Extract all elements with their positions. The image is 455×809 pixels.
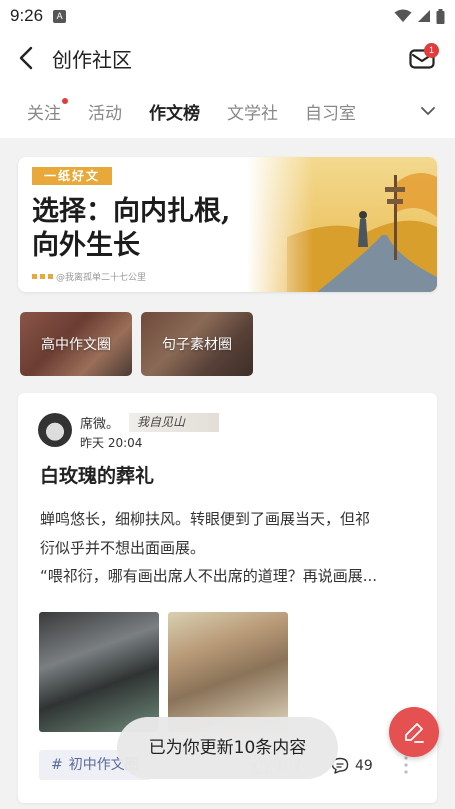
- notification-icon: A: [53, 9, 67, 23]
- tab-label: 关注: [27, 103, 61, 124]
- status-bar: 9:26 A: [0, 0, 455, 32]
- banner-title-line: 向外生长: [32, 230, 140, 261]
- app-header: 创作社区 1: [0, 32, 455, 84]
- battery-icon: [436, 8, 445, 24]
- banner-title-line: 选择：向内扎根,: [32, 196, 231, 227]
- banner-title: 选择：向内扎根, 向外生长: [32, 195, 230, 263]
- post-image[interactable]: [39, 612, 159, 732]
- banner-author-name: @我离孤单二十七公里: [56, 273, 147, 283]
- excerpt-line: “喂祁衍，哪有画出席人不出席的道理？再说画展...: [40, 567, 378, 585]
- tab-study-room[interactable]: 自习室: [305, 99, 356, 124]
- tab-follow[interactable]: 关注: [27, 97, 68, 124]
- page-title: 创作社区: [52, 47, 132, 72]
- circle-chip-label: 句子素材圈: [162, 337, 232, 353]
- wifi-icon: [394, 9, 412, 22]
- refresh-toast: 已为你更新10条内容: [117, 717, 338, 779]
- banner-author: @我离孤单二十七公里: [32, 270, 146, 283]
- decor-dot: [32, 274, 37, 279]
- author-badge: 我自见山: [129, 413, 219, 432]
- post-time: 昨天 20:04: [80, 436, 143, 450]
- author-name[interactable]: 席微。: [80, 413, 119, 432]
- decor-dot: [40, 274, 45, 279]
- excerpt-line: 蝉鸣悠长，细柳扶风。转眼便到了画展当天，但祁: [40, 510, 371, 528]
- unread-dot: [62, 97, 68, 104]
- messages-button[interactable]: 1: [405, 42, 439, 76]
- excerpt-line: 衍似乎并不想出面画展。: [40, 538, 206, 557]
- back-arrow-icon: [19, 46, 33, 70]
- more-options-icon[interactable]: [403, 755, 409, 775]
- circle-chip-label: 高中作文圈: [41, 337, 111, 353]
- signal-icon: [418, 10, 430, 22]
- comment-count: 49: [355, 757, 373, 774]
- circle-chip-high-school[interactable]: 高中作文圈: [20, 312, 132, 376]
- tab-essay-ranking[interactable]: 作文榜: [149, 99, 200, 124]
- post-image[interactable]: [168, 612, 288, 732]
- banner-tag: 一纸好文: [32, 167, 113, 185]
- compose-button[interactable]: [389, 707, 439, 757]
- comment-button[interactable]: 49: [331, 757, 373, 774]
- status-icons: [394, 8, 445, 24]
- avatar[interactable]: [38, 413, 72, 447]
- category-tabs: 关注 活动 作文榜 文学社 自习室: [0, 84, 455, 138]
- tab-literature-club[interactable]: 文学社: [227, 99, 278, 124]
- unread-badge: 1: [424, 43, 439, 58]
- pen-icon: [405, 723, 424, 743]
- back-button[interactable]: [0, 32, 52, 84]
- tab-activity[interactable]: 活动: [88, 99, 122, 124]
- circle-chip-sentence-material[interactable]: 句子素材圈: [141, 312, 253, 376]
- banner-illustration: [247, 157, 437, 292]
- post-title[interactable]: 白玫瑰的葬礼: [40, 461, 154, 488]
- post-excerpt[interactable]: 蝉鸣悠长，细柳扶风。转眼便到了画展当天，但祁 衍似乎并不想出面画展。 “喂祁衍，…: [40, 505, 420, 591]
- featured-banner[interactable]: 一纸好文 选择：向内扎根, 向外生长 @我离孤单二十七公里: [18, 157, 437, 292]
- decor-dot: [48, 274, 53, 279]
- chevron-down-icon[interactable]: [419, 102, 437, 120]
- hash-icon: #: [51, 757, 63, 773]
- status-time: 9:26: [10, 6, 44, 25]
